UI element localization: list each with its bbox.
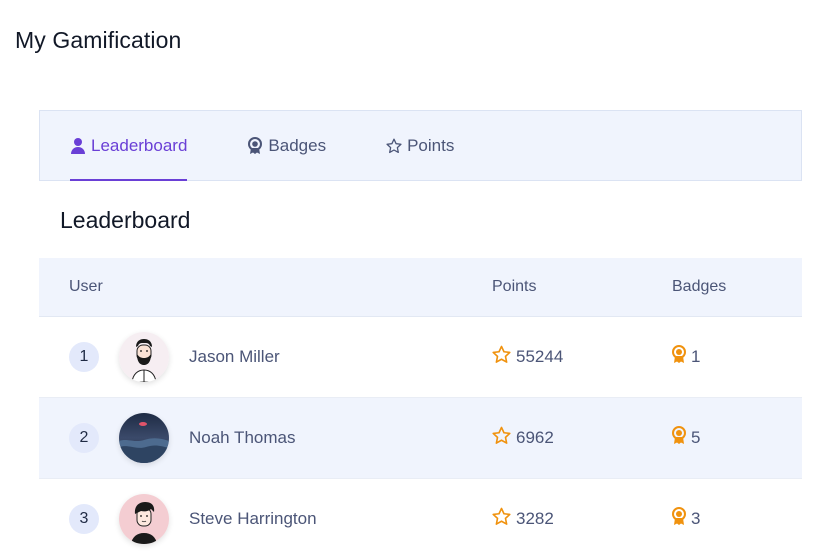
star-icon [492,345,511,369]
rank-badge: 1 [69,342,99,372]
tab-leaderboard[interactable]: Leaderboard [70,111,188,181]
user-icon [70,137,86,155]
points-cell: 3282 [492,507,554,531]
tab-leaderboard-label: Leaderboard [91,135,188,155]
table-header: User Points Badges [39,258,802,317]
tab-badges[interactable]: Badges [247,111,326,180]
points-cell: 6962 [492,426,554,450]
man-illustration-avatar [119,494,169,544]
leaderboard-title: Leaderboard [60,207,191,233]
page-title: My Gamification [15,27,182,53]
column-header-badges: Badges [672,278,727,295]
badges-value: 3 [691,509,701,528]
badge-icon [671,507,687,531]
points-value: 55244 [516,347,564,366]
star-icon [492,426,511,450]
badge-icon [247,136,263,155]
badge-icon [671,426,687,450]
points-cell: 55244 [492,345,563,369]
user-name[interactable]: Jason Miller [189,347,280,367]
user-name[interactable]: Steve Harrington [189,509,317,529]
badges-cell: 1 [671,345,700,369]
star-icon [492,507,511,531]
tab-badges-label: Badges [268,135,327,155]
star-icon [386,137,402,155]
table-row: 2 Noah Thomas 6962 5 [39,398,802,479]
tab-bar: Leaderboard Badges Points [39,110,802,181]
tab-points[interactable]: Points [386,111,454,180]
rank-badge: 3 [69,504,99,534]
badges-cell: 5 [671,426,700,450]
user-name[interactable]: Noah Thomas [189,428,295,448]
night-sea-avatar [119,413,169,463]
badges-value: 5 [691,428,701,447]
tab-points-label: Points [407,135,455,155]
badge-icon [671,345,687,369]
bearded-man-avatar [119,332,169,382]
table-row: 1 Jason Miller 55244 1 [39,317,802,398]
points-value: 3282 [516,509,554,528]
column-header-points: Points [492,278,537,295]
badges-value: 1 [691,347,701,366]
rank-badge: 2 [69,423,99,453]
table-row: 3 Steve Harrington 3282 3 [39,479,802,559]
leaderboard-table: User Points Badges 1 Jason Miller 55244 … [39,258,802,559]
badges-cell: 3 [671,507,700,531]
column-header-user: User [69,278,103,295]
points-value: 6962 [516,428,554,447]
